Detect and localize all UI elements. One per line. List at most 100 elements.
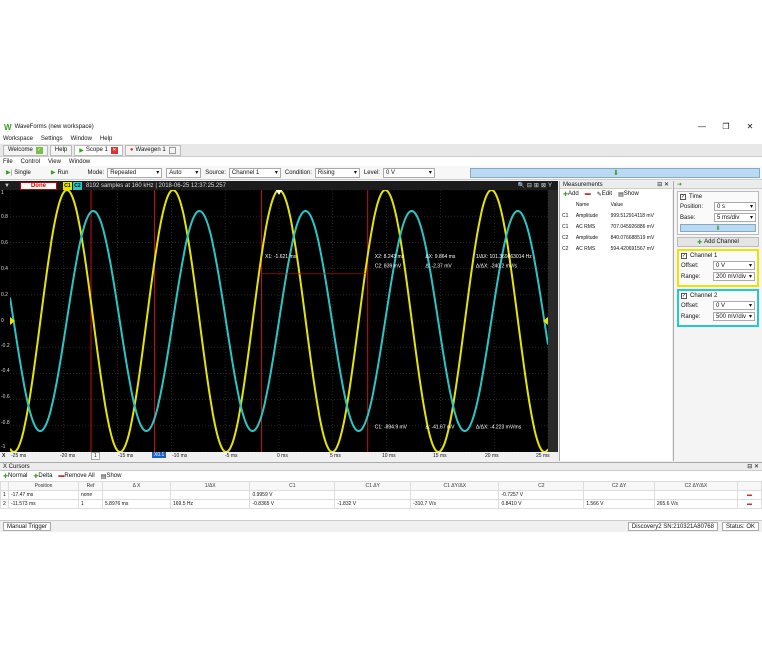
cursor-position-input[interactable]: -17.47 ms	[8, 490, 79, 500]
cursor-label: 1/ΔX: 101.369863014 Hz	[476, 254, 532, 260]
maximize-icon[interactable]: ❐	[714, 120, 738, 134]
menu-view[interactable]: View	[48, 159, 61, 165]
status-bar: Manual Trigger Discovery2 SN:210321A8076…	[0, 520, 762, 532]
remove-all-button[interactable]: Remove All	[64, 473, 94, 479]
cursor-ref-select[interactable]: none	[78, 490, 103, 500]
time-position-input[interactable]: 0 s ▾	[714, 202, 756, 211]
cursor-label: Δ: -41.67 mV	[425, 424, 455, 430]
x-zoom-index[interactable]: 1	[91, 452, 100, 460]
column-header: C2 ΔY	[583, 481, 655, 491]
cursor-delta-input[interactable]: 5.8976 ms	[102, 499, 171, 509]
cursor-label: C1: -894.9 mV	[375, 424, 408, 430]
y-tick: 0.6	[1, 240, 8, 246]
y-tick: -1	[1, 444, 6, 450]
minimize-icon[interactable]: —	[690, 120, 714, 134]
tab-wavegen[interactable]: ● Wavegen 1	[124, 144, 181, 156]
channel2-badge[interactable]: C2	[72, 181, 82, 190]
arrow-right-icon[interactable]: ➜	[677, 181, 682, 188]
edit-measurement-button[interactable]: Edit	[602, 191, 612, 197]
settings-panel: ➜ ✓ Time Position: 0 s ▾ Base: 5 ms/div ▾ ⬇ ✚…	[673, 181, 762, 461]
scope-header: ▼ Done C1 C2 8192 samples at 160 kHz | 2…	[0, 181, 558, 190]
measurements-header: Measurements ⊟ ✕	[560, 181, 672, 189]
menu-file[interactable]: File	[3, 159, 13, 165]
x-tick: -5 ms	[225, 453, 238, 459]
x-axis: X -25 ms -20 ms 1 -15 ms X0.1 -10 ms -5 …	[0, 452, 558, 461]
remove-icon[interactable]: ▬	[585, 191, 591, 197]
channel1-checkbox[interactable]: ✓	[681, 253, 687, 259]
cursor-position-input[interactable]: -11.573 ms	[8, 499, 79, 509]
device-button[interactable]: Discovery2 SN:210321A80768	[627, 522, 718, 531]
tab-scope[interactable]: ▶ Scope 1 ✕	[74, 144, 123, 156]
trigger-position-bar[interactable]: ⬇	[470, 168, 760, 178]
column-header: C1 ΔY/ΔX	[410, 481, 500, 491]
vertical-scrollbar[interactable]	[548, 190, 558, 452]
single-button[interactable]: ▶| Single	[3, 169, 34, 177]
condition-select[interactable]: Rising ▾	[314, 167, 360, 178]
chevron-down-icon: ▾	[274, 170, 278, 176]
y-tick: -0.2	[1, 343, 10, 349]
mode-select[interactable]: Repeated ▾	[107, 167, 163, 178]
table-row[interactable]: C1 AC RMS 707.045926886 mV	[560, 221, 672, 232]
x-tick: 5 ms	[330, 453, 341, 459]
remove-cursor-icon[interactable]: ▬	[737, 490, 762, 500]
delta-cursor-button[interactable]: Delta	[38, 473, 52, 479]
x-tick: 15 ms	[433, 453, 447, 459]
level-input[interactable]: 0 V ▾	[382, 167, 435, 178]
channel1-badge[interactable]: C1	[62, 181, 72, 190]
auto-select[interactable]: Auto ▾	[166, 167, 202, 178]
manual-trigger-button[interactable]: Manual Trigger	[3, 522, 52, 531]
table-row[interactable]: C2 AC RMS 594.420691567 mV	[560, 243, 672, 254]
show-measurement-button[interactable]: Show	[624, 191, 639, 197]
menu-settings[interactable]: Settings	[41, 136, 63, 142]
wavegen-tab-box-icon[interactable]	[168, 146, 176, 154]
table-row[interactable]: 1 -17.47 ms none 0.9959 V -0.7257 V ▬	[0, 490, 762, 500]
source-select[interactable]: Channel 1 ▾	[228, 167, 281, 178]
channel2-range-input[interactable]: 500 mV/div ▾	[713, 312, 755, 321]
add-measurement-button[interactable]: Add	[568, 191, 579, 197]
chevron-down-icon: ▾	[748, 303, 752, 309]
channel2-checkbox[interactable]: ✓	[681, 293, 687, 299]
y-tick: -0.6	[1, 394, 10, 400]
app-window: W WaveForms (new workspace) — ❐ ✕ Worksp…	[0, 120, 762, 532]
cursor-ref-select[interactable]: 1	[78, 499, 103, 509]
table-row[interactable]: C2 Amplitude 840.076688519 mV	[560, 232, 672, 243]
time-checkbox[interactable]: ✓	[680, 194, 686, 200]
close-icon[interactable]: ✕	[738, 120, 762, 134]
time-base-input[interactable]: 5 ms/div ▾	[714, 213, 756, 222]
menu-control[interactable]: Control	[21, 159, 40, 165]
remove-cursor-icon[interactable]: ▬	[737, 499, 762, 509]
menu-workspace[interactable]: Workspace	[3, 136, 33, 142]
channel1-range-input[interactable]: 200 mV/div ▾	[713, 272, 755, 281]
add-channel-button[interactable]: ✚ Add Channel	[677, 237, 759, 247]
show-cursors-button[interactable]: Show	[106, 473, 121, 479]
normal-cursor-button[interactable]: Normal	[8, 473, 27, 479]
wavegen-tab-icon: ●	[129, 147, 134, 153]
close-tab-icon[interactable]: ✕	[110, 146, 118, 154]
x-tick: -10 ms	[172, 453, 188, 459]
scope-menu-bar: File Control View Window	[0, 157, 762, 166]
channel2-offset-input[interactable]: 0 V ▾	[713, 301, 755, 310]
acquisition-info: 8192 samples at 160 kHz | 2018-06-25 12:…	[85, 182, 226, 189]
table-row[interactable]: C1 Amplitude 999.512914118 mV	[560, 210, 672, 221]
chevron-down-icon: ▾	[749, 215, 753, 221]
channel1-offset-input[interactable]: 0 V ▾	[713, 261, 755, 270]
menu-help[interactable]: Help	[100, 136, 112, 142]
run-button[interactable]: ▶ Run	[48, 169, 72, 177]
single-icon: ▶|	[6, 170, 13, 176]
menu-window[interactable]: Window	[71, 136, 92, 142]
x-axis-toggle[interactable]: ▼	[4, 183, 10, 189]
time-position-bar[interactable]: ⬇	[680, 224, 756, 232]
zoom-tools-icon[interactable]: 🔍⊟⊞⊠Y	[517, 182, 554, 189]
scope-display: ▼ Done C1 C2 8192 samples at 160 kHz | 2…	[0, 181, 558, 461]
base-label: Base:	[680, 214, 696, 221]
scope-tab-icon: ▶	[79, 147, 84, 154]
waveform-plot[interactable]: X1: -1.621 ms X2: 8.243 ms C2: 839 mV ΔX: 9…	[10, 190, 548, 452]
panel-controls-icon[interactable]: ⊟ ✕	[657, 181, 669, 188]
table-row[interactable]: 2 -11.573 ms 1 5.8976 ms 169.5 Hz -0.836…	[0, 499, 762, 509]
column-header: C1 ΔY	[334, 481, 412, 491]
x-zoom-mode[interactable]: X0.1	[152, 452, 167, 458]
menu-window-scope[interactable]: Window	[69, 159, 90, 165]
tab-help[interactable]: Help	[49, 144, 73, 156]
tab-welcome[interactable]: Welcome ✓	[3, 144, 48, 156]
panel-controls-icon[interactable]: ⊟ ✕	[747, 463, 759, 470]
